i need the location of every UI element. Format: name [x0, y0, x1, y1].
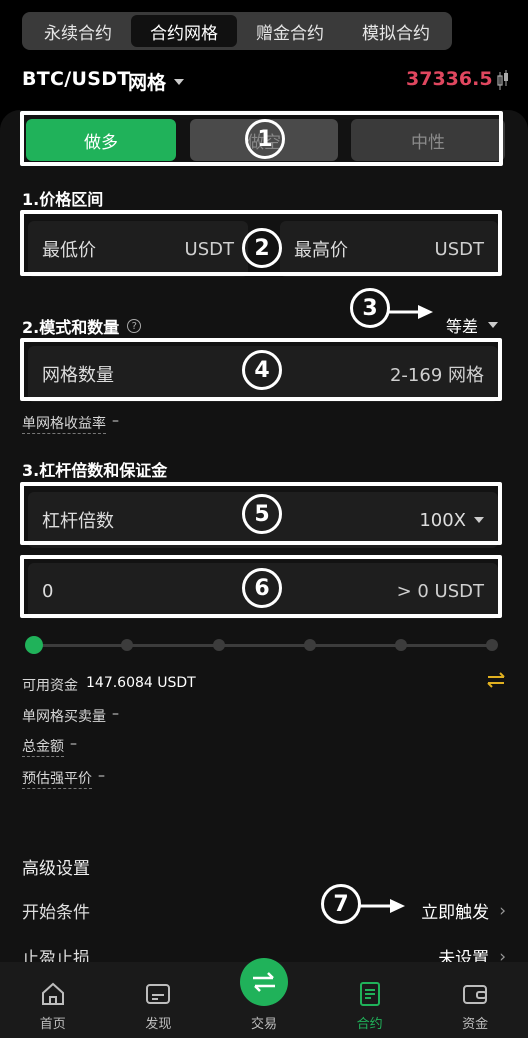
home-icon — [41, 982, 64, 1005]
annotation-number-4: 4 — [242, 350, 282, 390]
nav-wallet[interactable]: 资金 — [435, 980, 515, 1032]
chevron-down-icon — [488, 322, 499, 328]
total-amount-label[interactable]: 总金额 — [22, 736, 64, 757]
chevron-right-icon: › — [499, 900, 506, 921]
slider-step-50[interactable] — [213, 639, 225, 651]
section-leverage-margin-title: 3.杠杆倍数和保证金 — [22, 461, 168, 480]
annotation-arrow-3 — [388, 305, 433, 319]
nav-trade-label: 交易 — [250, 1017, 277, 1032]
grid-yield-value: – — [112, 413, 119, 429]
chevron-down-icon — [174, 78, 185, 85]
grid-yield-row: 单网格收益率 – — [22, 413, 119, 434]
available-balance-row: 可用资金 147.6084 USDT — [22, 675, 196, 695]
nav-wallet-label: 资金 — [462, 1017, 489, 1032]
per-grid-amount-value: – — [112, 706, 119, 722]
nav-contract[interactable]: 合约 — [330, 980, 410, 1032]
tab-contract-grid[interactable]: 合约网格 — [131, 15, 237, 47]
trade-button[interactable] — [240, 958, 288, 1006]
section-price-range-title: 1.价格区间 — [22, 190, 104, 209]
available-balance-value: 147.6084 USDT — [86, 675, 196, 691]
annotation-arrow-7 — [360, 899, 405, 913]
liquidation-price-label[interactable]: 预估强平价 — [22, 768, 92, 789]
slider-step-100[interactable] — [395, 639, 407, 651]
mode-selector[interactable]: 等差 — [446, 313, 499, 337]
strategy-type-label: 网格 — [128, 72, 167, 94]
trading-pair[interactable]: BTC/USDT — [22, 68, 131, 90]
tab-perpetual[interactable]: 永续合约 — [25, 15, 131, 47]
top-tabs: 永续合约 合约网格 赠金合约 模拟合约 — [22, 12, 452, 50]
mode-value: 等差 — [446, 317, 479, 336]
slider-thumb[interactable] — [25, 636, 43, 654]
annotation-number-6: 6 — [242, 568, 282, 608]
trade-icon — [253, 972, 275, 992]
strategy-type-selector[interactable]: 网格 — [128, 68, 185, 95]
liquidation-price-row: 预估强平价 – — [22, 768, 105, 789]
tab-bonus-contract[interactable]: 赠金合约 — [237, 15, 343, 47]
nav-discover[interactable]: 发现 — [118, 980, 198, 1032]
per-grid-amount-row: 单网格买卖量 – — [22, 706, 119, 726]
nav-discover-label: 发现 — [145, 1017, 172, 1032]
wallet-icon — [463, 985, 488, 1004]
grid-yield-label[interactable]: 单网格收益率 — [22, 413, 106, 434]
start-condition-label: 开始条件 — [22, 903, 90, 923]
annotation-number-5: 5 — [242, 494, 282, 534]
slider-step-25[interactable] — [121, 639, 133, 651]
total-amount-value: – — [70, 736, 77, 752]
tab-demo-contract[interactable]: 模拟合约 — [343, 15, 449, 47]
slider-step-end[interactable] — [486, 639, 498, 651]
start-condition-row[interactable]: 开始条件 立即触发 › — [22, 898, 506, 924]
advanced-settings-title: 高级设置 — [22, 859, 90, 879]
candlestick-chart-icon[interactable] — [497, 70, 509, 92]
nav-home-label: 首页 — [39, 1017, 66, 1032]
section-mode-quantity-title: 2.模式和数量 ? — [22, 314, 142, 338]
margin-slider-track[interactable] — [34, 644, 492, 647]
transfer-icon[interactable] — [486, 672, 506, 688]
available-balance-label: 可用资金 — [22, 678, 78, 694]
slider-step-75[interactable] — [304, 639, 316, 651]
nav-contract-label: 合约 — [356, 1017, 383, 1032]
nav-home[interactable]: 首页 — [13, 980, 93, 1032]
last-price: 37336.5 — [406, 68, 493, 90]
annotation-number-1: 1 — [245, 119, 285, 159]
liquidation-price-value: – — [98, 768, 105, 784]
help-icon[interactable]: ? — [127, 319, 142, 333]
contract-icon — [359, 982, 380, 1006]
annotation-number-3: 3 — [350, 288, 390, 328]
total-amount-row: 总金额 – — [22, 736, 77, 757]
discover-icon — [146, 984, 171, 1004]
start-condition-value-group: 立即触发 › — [421, 898, 506, 924]
section-mode-quantity-label: 2.模式和数量 — [22, 318, 120, 337]
annotation-number-7: 7 — [321, 884, 361, 924]
start-condition-value: 立即触发 — [421, 903, 490, 923]
per-grid-amount-label: 单网格买卖量 — [22, 709, 106, 725]
annotation-number-2: 2 — [242, 228, 282, 268]
